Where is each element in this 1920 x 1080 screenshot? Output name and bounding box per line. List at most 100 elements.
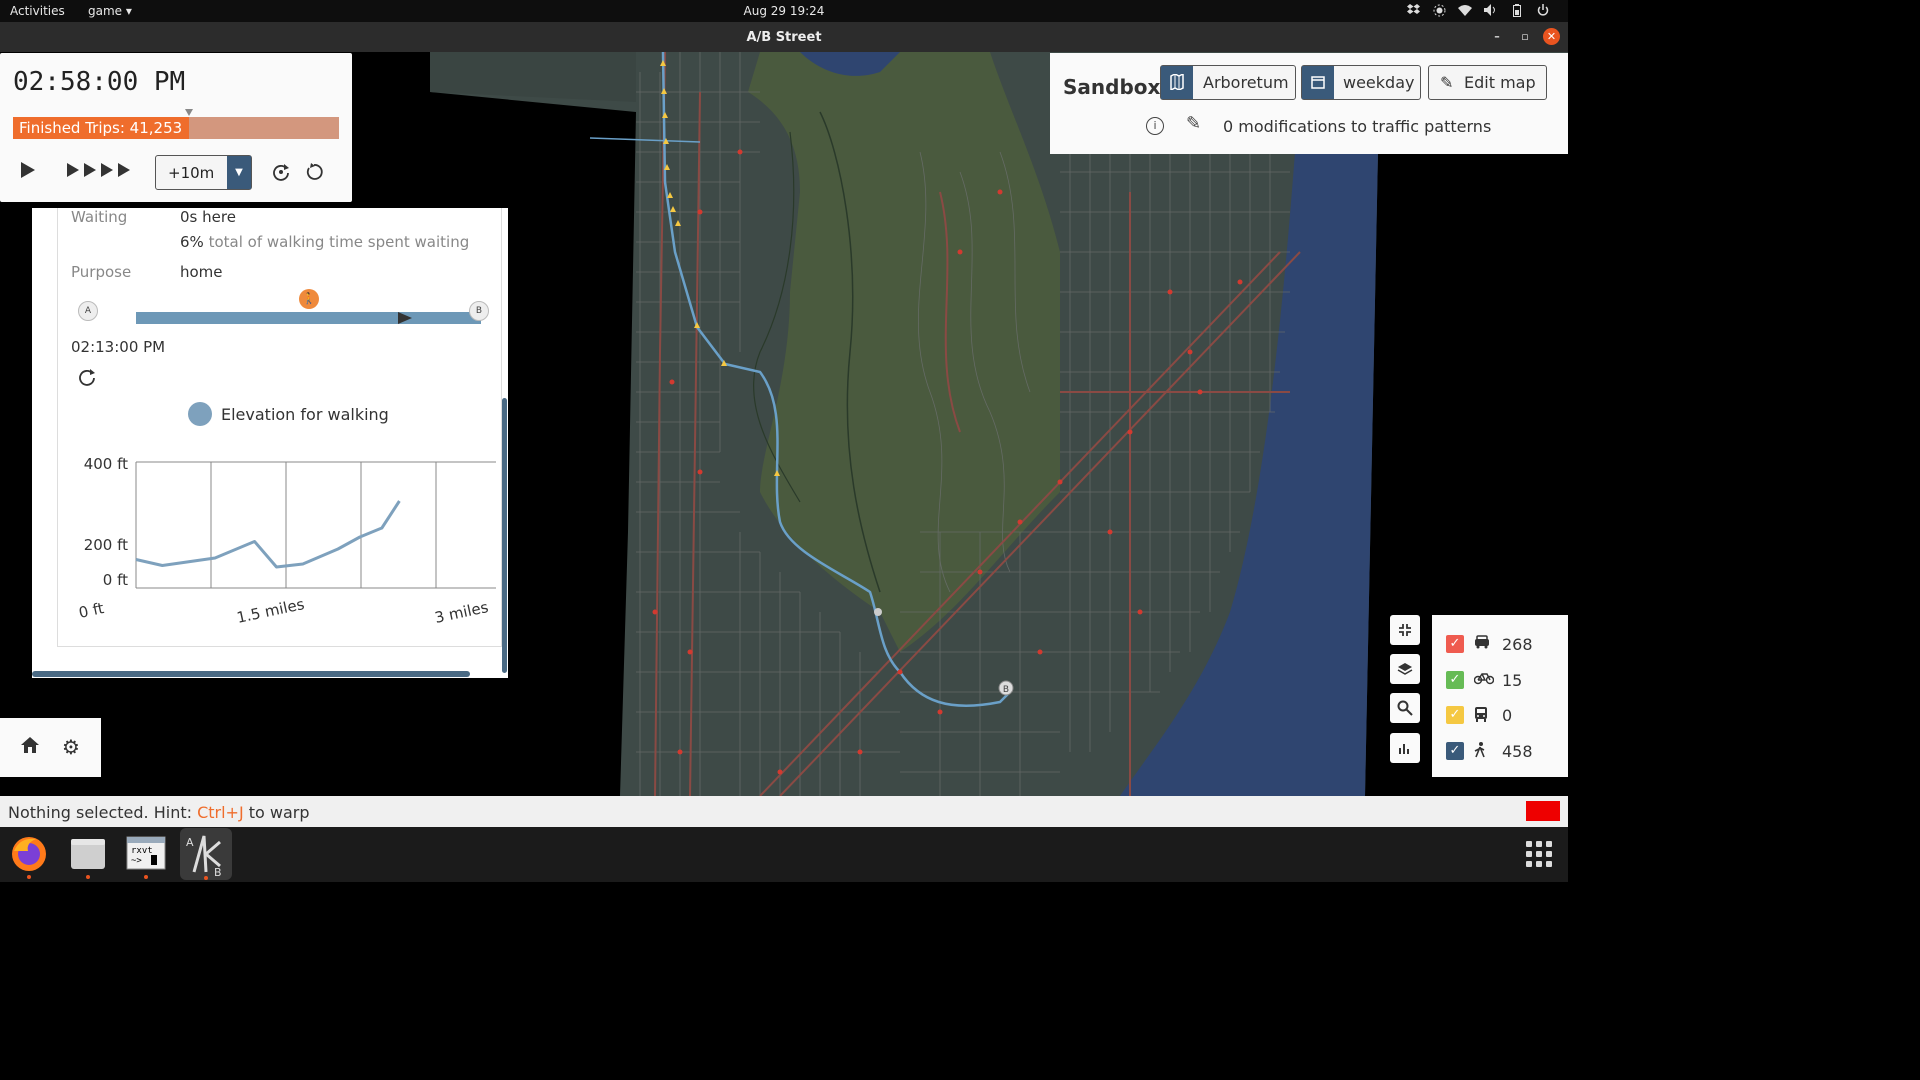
car-count: 268 xyxy=(1502,635,1533,654)
bike-icon xyxy=(1473,671,1495,689)
minimize-button[interactable]: – xyxy=(1490,30,1504,44)
x-tick-label: 1.5 miles xyxy=(235,595,306,627)
close-button[interactable]: ✕ xyxy=(1543,28,1560,45)
status-indicator xyxy=(1526,801,1560,821)
bus-icon xyxy=(1474,706,1488,726)
agent-row-buses[interactable]: ✓ 0 xyxy=(1446,706,1566,726)
terminal-label: rxvt xyxy=(131,846,153,856)
system-tray[interactable] xyxy=(1406,3,1550,17)
firefox-icon[interactable] xyxy=(8,833,50,879)
running-indicator xyxy=(27,875,31,879)
purpose-value: home xyxy=(180,263,223,281)
status-bar: Nothing selected. Hint: Ctrl+J to warp xyxy=(0,796,1568,827)
search-icon[interactable] xyxy=(1390,693,1420,723)
y-tick-label: 200 ft xyxy=(84,536,128,554)
layers-icon[interactable] xyxy=(1390,654,1420,684)
modifications-label: 0 modifications to traffic patterns xyxy=(1223,117,1492,136)
finished-trips-bar: Finished Trips: 41,253 xyxy=(13,109,339,139)
waiting-value: 0s here xyxy=(180,208,236,226)
window-titlebar[interactable]: A/B Street – ▫ ✕ xyxy=(0,22,1568,52)
reset-icon[interactable] xyxy=(305,163,323,186)
y-tick-label: 0 ft xyxy=(103,571,128,589)
system-clock[interactable]: Aug 29 19:24 xyxy=(0,4,1568,18)
waiting-key: Waiting xyxy=(71,208,128,226)
trip-start-marker[interactable]: A xyxy=(78,301,98,321)
running-indicator xyxy=(144,875,148,879)
sandbox-title: Sandbox xyxy=(1063,75,1161,99)
pedestrian-count: 458 xyxy=(1502,742,1533,761)
agent-counts-panel: ✓ 268 ✓ 15 ✓ 0 ✓ 458 xyxy=(1432,615,1568,777)
trip-end-marker[interactable]: B xyxy=(469,301,489,321)
checkbox-buses[interactable]: ✓ xyxy=(1446,706,1464,724)
system-top-bar: Activities game ▾ Aug 29 19:24 xyxy=(0,0,1568,22)
files-icon[interactable] xyxy=(67,833,109,879)
checkbox-pedestrians[interactable]: ✓ xyxy=(1446,742,1464,760)
svg-text:B: B xyxy=(214,866,222,879)
show-apps-icon[interactable] xyxy=(1526,841,1552,867)
scenario-picker-button[interactable]: weekday xyxy=(1301,65,1421,100)
legend-swatch xyxy=(188,402,212,426)
running-indicator xyxy=(86,875,90,879)
running-indicator xyxy=(204,876,208,880)
zoom-fit-icon[interactable] xyxy=(1390,615,1420,645)
terminal-icon[interactable]: rxvt ~> xyxy=(125,833,167,879)
map-icon xyxy=(1161,66,1193,99)
status-hint: Nothing selected. Hint: Ctrl+J to warp xyxy=(8,803,310,822)
trip-info-panel[interactable]: Waiting 0s here 6% total of walking time… xyxy=(32,208,508,678)
power-icon xyxy=(1536,3,1550,17)
x-tick-label: 3 miles xyxy=(433,598,490,627)
status-prefix: Nothing selected. Hint: xyxy=(8,803,198,822)
home-panel: ⚙ xyxy=(0,718,101,777)
volume-icon xyxy=(1484,3,1498,17)
trip-position-arrow xyxy=(398,312,412,324)
svg-text:B: B xyxy=(1003,685,1009,695)
vertical-scrollbar[interactable] xyxy=(502,398,507,673)
chevron-down-icon[interactable]: ▼ xyxy=(227,156,251,189)
jump-to-start-icon[interactable] xyxy=(78,368,96,390)
agent-row-bikes[interactable]: ✓ 15 xyxy=(1446,671,1566,691)
checkbox-bikes[interactable]: ✓ xyxy=(1446,671,1464,689)
x-tick-label: 0 ft xyxy=(77,599,106,622)
finished-trips-label: Finished Trips: 41,253 xyxy=(19,119,183,137)
dropbox-icon xyxy=(1406,3,1420,17)
waiting-summary: 6% total of walking time spent waiting xyxy=(180,233,469,251)
maximize-button[interactable]: ▫ xyxy=(1518,30,1532,44)
map-name: Arboretum xyxy=(1203,73,1289,92)
edit-map-button[interactable]: ✎ Edit map xyxy=(1428,65,1547,100)
scenario-name: weekday xyxy=(1343,73,1415,92)
gear-icon[interactable]: ⚙ xyxy=(62,735,80,759)
car-icon xyxy=(1474,635,1490,653)
wifi-icon xyxy=(1458,3,1472,17)
svg-text:A: A xyxy=(186,836,194,849)
chart-legend-label: Elevation for walking xyxy=(221,405,389,424)
pencil-icon[interactable]: ✎ xyxy=(1186,113,1201,134)
jump-time-dropdown[interactable]: +10m ▼ xyxy=(155,155,252,190)
checkbox-cars[interactable]: ✓ xyxy=(1446,635,1464,653)
horizontal-scrollbar[interactable] xyxy=(32,671,470,677)
elevation-chart: 400 ft 200 ft 0 ft 0 ft 1.5 miles 3 miles xyxy=(77,455,496,627)
baseline-marker xyxy=(185,109,193,116)
purpose-key: Purpose xyxy=(71,263,132,281)
abstreet-icon[interactable]: AB xyxy=(180,828,232,880)
jump-to-time-icon[interactable] xyxy=(272,163,290,186)
pedestrian-icon xyxy=(1474,742,1486,762)
home-icon[interactable] xyxy=(20,735,40,759)
waiting-pct: 6% xyxy=(180,233,204,251)
trip-progress-bar xyxy=(136,312,481,324)
fast-forward-icon[interactable] xyxy=(66,161,136,184)
y-tick-label: 400 ft xyxy=(84,455,128,473)
info-icon[interactable]: i xyxy=(1146,117,1164,135)
window-title: A/B Street xyxy=(746,30,822,45)
pedestrian-icon[interactable]: 🚶 xyxy=(299,289,319,309)
play-icon[interactable] xyxy=(20,161,36,184)
bike-count: 15 xyxy=(1502,671,1523,690)
agent-row-pedestrians[interactable]: ✓ 458 xyxy=(1446,742,1566,762)
trip-info-content: Waiting 0s here 6% total of walking time… xyxy=(57,208,502,647)
edit-map-label: Edit map xyxy=(1464,73,1536,92)
agent-row-cars[interactable]: ✓ 268 xyxy=(1446,635,1566,655)
bar-chart-icon[interactable] xyxy=(1390,733,1420,763)
sim-clock: 02:58:00 PM xyxy=(13,67,186,97)
brightness-icon xyxy=(1432,3,1446,17)
map-picker-button[interactable]: Arboretum xyxy=(1160,65,1296,100)
jump-value: +10m xyxy=(168,164,215,182)
